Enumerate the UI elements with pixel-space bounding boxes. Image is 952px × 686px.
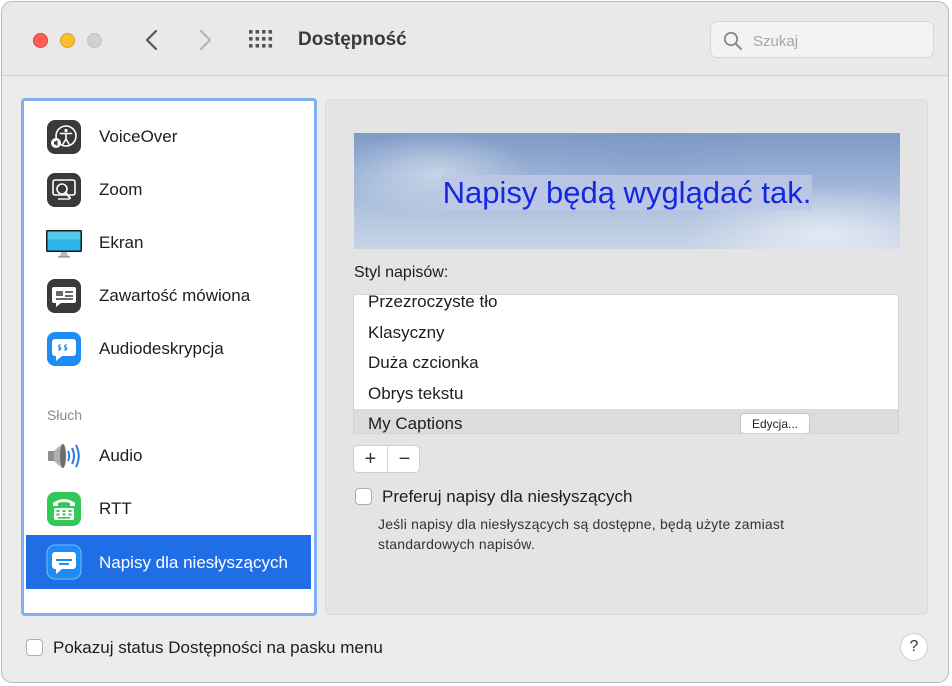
sidebar-item-label: RTT [99, 499, 132, 518]
sidebar-item-label: Audio [99, 446, 143, 465]
sidebar-item-audio-description[interactable]: Audiodeskrypcja [24, 324, 314, 371]
spoken-content-icon [47, 279, 81, 313]
add-remove-control: + − [353, 445, 420, 473]
back-button[interactable] [139, 26, 165, 54]
edit-style-button[interactable]: Edycja... [740, 413, 810, 433]
caption-style-list[interactable]: Przezroczyste tło Klasyczny Duża czcionk… [353, 294, 899, 434]
list-item-label: Duża czcionka [368, 353, 479, 372]
list-item[interactable]: Obrys tekstu [354, 379, 898, 410]
sidebar-item-rtt[interactable]: RTT [24, 484, 314, 531]
add-style-button[interactable]: + [354, 446, 387, 472]
titlebar: Dostępność [2, 2, 948, 76]
caption-preview-label: Napisy będą wyglądać tak. [441, 175, 813, 210]
zoom-window-button[interactable] [87, 33, 102, 48]
sidebar-item-captions[interactable]: Napisy dla niesłyszących [26, 535, 311, 589]
chevron-left-icon [145, 29, 158, 51]
sidebar-item-label: Audiodeskrypcja [99, 339, 224, 358]
search-icon [723, 31, 742, 50]
list-item[interactable]: Klasyczny [354, 318, 898, 349]
sidebar: VoiceOver Zoom Ekran Zawartość mówiona A… [21, 98, 317, 616]
menu-status-label: Pokazuj status Dostępności na pasku menu [53, 638, 383, 657]
voiceover-icon [47, 120, 81, 154]
list-item[interactable]: Duża czcionka [354, 348, 898, 379]
preferences-window: Dostępność VoiceOver [1, 1, 949, 683]
chevron-right-icon [199, 29, 212, 51]
prefer-sdh-description: Jeśli napisy dla niesłyszących są dostęp… [378, 516, 785, 552]
sidebar-item-display[interactable]: Ekran [24, 218, 314, 265]
minimize-button[interactable] [60, 33, 75, 48]
rtt-icon [47, 492, 81, 526]
captions-pane: Napisy będą wyglądać tak. Styl napisów: … [325, 99, 928, 615]
list-item[interactable]: Przezroczyste tło [354, 294, 898, 318]
sidebar-item-label: Ekran [99, 233, 144, 252]
section-header-hearing: Słuch [47, 407, 83, 423]
display-icon [46, 230, 82, 258]
sidebar-item-audio[interactable]: Audio [24, 431, 314, 478]
caption-preview-text: Napisy będą wyglądać tak. [354, 175, 900, 211]
show-all-button[interactable] [248, 29, 274, 49]
close-button[interactable] [33, 33, 48, 48]
sidebar-item-voiceover[interactable]: VoiceOver [24, 112, 314, 159]
speaker-icon [48, 444, 80, 468]
sidebar-item-label: Zawartość mówiona [99, 286, 251, 305]
list-item-selected[interactable]: My Captions Edycja... [354, 409, 898, 433]
sidebar-item-zoom[interactable]: Zoom [24, 165, 314, 212]
search-field[interactable] [710, 21, 934, 58]
remove-style-button[interactable]: − [387, 446, 421, 472]
audio-description-icon [47, 332, 81, 366]
zoom-icon [47, 173, 81, 207]
help-button[interactable]: ? [900, 633, 928, 661]
caption-style-label: Styl napisów: [354, 264, 449, 281]
captions-icon [46, 544, 82, 580]
caption-preview: Napisy będą wyglądać tak. [354, 133, 900, 249]
list-item-label: Klasyczny [368, 323, 445, 342]
prefer-sdh-label: Preferuj napisy dla niesłyszących [382, 487, 633, 506]
list-item-label: Obrys tekstu [368, 384, 464, 403]
sidebar-item-label: Napisy dla niesłyszących [99, 553, 288, 572]
search-input[interactable] [751, 28, 925, 54]
grid-icon [249, 30, 273, 48]
prefer-sdh-checkbox[interactable] [355, 488, 372, 505]
list-item-label: My Captions [368, 414, 463, 433]
menu-status-checkbox[interactable] [26, 639, 43, 656]
sidebar-item-spoken-content[interactable]: Zawartość mówiona [24, 271, 314, 318]
sidebar-item-label: VoiceOver [99, 127, 178, 146]
forward-button[interactable] [192, 26, 218, 54]
list-item-label: Przezroczyste tło [368, 294, 498, 311]
sidebar-item-label: Zoom [99, 180, 143, 199]
window-title: Dostępność [298, 29, 407, 50]
